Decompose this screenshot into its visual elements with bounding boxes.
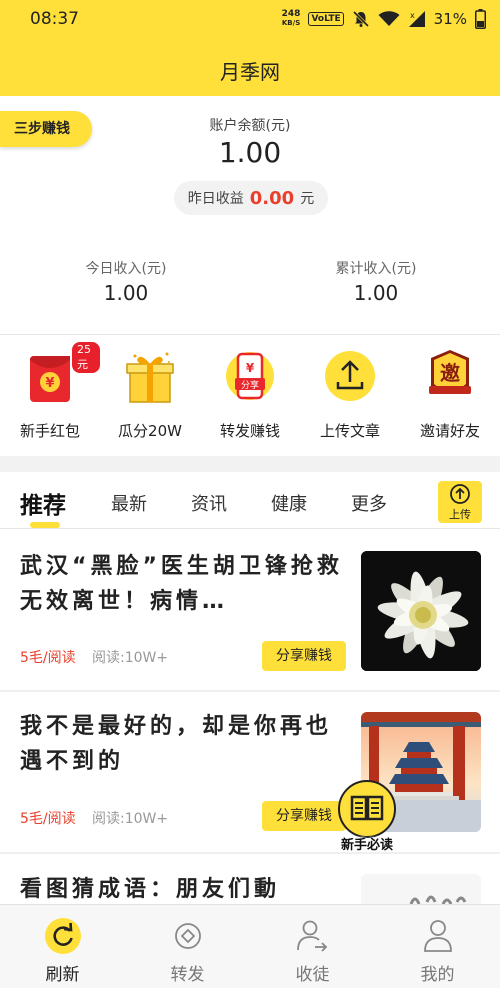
page-title: 月季网 xyxy=(220,60,280,84)
tab-news[interactable]: 资讯 xyxy=(191,490,227,516)
book-icon xyxy=(338,780,396,838)
article-title[interactable]: 我不是最好的，却是你再也遇不到的 xyxy=(20,709,350,779)
article-reads: 阅读:10W+ xyxy=(92,811,169,827)
share-earn-button[interactable]: 分享赚钱 xyxy=(262,641,346,671)
network-speed: 248 KB/S xyxy=(282,10,301,28)
split-20w[interactable]: 瓜分20W xyxy=(100,348,200,448)
nav-forward[interactable]: 转发 xyxy=(125,905,250,988)
upload-icon xyxy=(325,351,375,401)
yesterday-value: 0.00 xyxy=(249,187,295,209)
article-thumbnail[interactable] xyxy=(361,874,481,904)
divider xyxy=(0,528,500,529)
upload-arrow-icon xyxy=(450,484,470,504)
nav-recruit[interactable]: 收徒 xyxy=(250,905,375,988)
invite-icon: 邀 xyxy=(429,350,471,394)
wifi-icon xyxy=(378,11,400,26)
nav-profile[interactable]: 我的 xyxy=(375,905,500,988)
phone-share-icon: ¥ 分享 xyxy=(226,352,274,400)
function-label: 新手红包 xyxy=(19,422,80,440)
cellular-signal-icon: x xyxy=(408,11,425,27)
function-label: 瓜分20W xyxy=(118,422,182,440)
tab-latest[interactable]: 最新 xyxy=(111,490,147,516)
section-gap xyxy=(0,456,500,472)
battery-percent: 31% xyxy=(433,10,467,28)
article-title[interactable]: 看图猜成语：朋友们動 xyxy=(20,872,350,904)
calligraphy-image xyxy=(361,874,481,904)
article-price: 5毛/阅读 xyxy=(20,811,76,827)
net-speed-unit: KB/S xyxy=(281,19,301,27)
status-time: 08:37 xyxy=(30,9,79,29)
upload-article[interactable]: 上传文章 xyxy=(300,348,400,448)
tab-health[interactable]: 健康 xyxy=(271,490,307,516)
refresh-icon xyxy=(45,918,81,954)
bottom-nav: 刷新 转发 收徒 我的 xyxy=(0,904,500,988)
divider xyxy=(0,334,500,335)
app-header: 月季网 xyxy=(0,38,500,96)
article-title[interactable]: 武汉“黑脸”医生胡卫锋抢救无效离世！病情… xyxy=(20,549,350,619)
article-item[interactable]: 看图猜成语：朋友们動 xyxy=(0,854,500,904)
total-income-value: 1.00 xyxy=(353,281,399,305)
yesterday-label: 昨日收益 xyxy=(187,191,244,207)
nav-label: 转发 xyxy=(170,965,205,985)
category-tabs: 推荐 最新 资讯 健康 更多 上传 xyxy=(0,472,500,528)
red-envelope-icon: ¥ xyxy=(30,356,70,402)
article-reads: 阅读:10W+ xyxy=(92,650,169,666)
yesterday-unit: 元 xyxy=(300,191,315,207)
net-speed-value: 248 xyxy=(281,9,301,19)
red-envelope-badge: 25元 xyxy=(72,342,100,373)
status-icons: 248 KB/S VoLTE x 31% xyxy=(282,6,486,32)
article-thumbnail[interactable] xyxy=(361,551,481,671)
volte-icon: VoLTE xyxy=(308,12,344,26)
yesterday-earnings: 昨日收益 0.00 元 xyxy=(174,181,328,215)
tab-more[interactable]: 更多 xyxy=(351,490,387,516)
add-follower-icon xyxy=(297,920,328,952)
nav-label: 我的 xyxy=(420,965,455,985)
svg-text:¥: ¥ xyxy=(246,361,255,375)
status-bar: 08:37 248 KB/S VoLTE x 31% xyxy=(0,0,500,38)
article-item[interactable]: 武汉“黑脸”医生胡卫锋抢救无效离世！病情… 5毛/阅读 阅读:10W+ 分享赚钱 xyxy=(0,532,500,686)
newbie-guide-button[interactable]: 新手必读 xyxy=(336,780,398,856)
balance-value: 1.00 xyxy=(218,136,282,169)
balance-label: 账户余额(元) xyxy=(209,118,291,134)
upload-button[interactable]: 上传 xyxy=(438,481,482,523)
new-user-red-envelope[interactable]: ¥ 25元 新手红包 xyxy=(0,342,100,448)
phone-share-text: 分享 xyxy=(241,379,259,391)
article-price: 5毛/阅读 xyxy=(20,650,76,666)
newbie-guide-label: 新手必读 xyxy=(340,838,393,853)
gift-box-icon xyxy=(126,352,174,403)
invite-friends[interactable]: 邀 邀请好友 xyxy=(400,348,500,448)
nav-refresh[interactable]: 刷新 xyxy=(0,905,125,988)
mute-bell-icon xyxy=(352,10,369,28)
chrysanthemum-image xyxy=(361,551,481,671)
upload-button-label: 上传 xyxy=(449,508,471,521)
share-earn-button[interactable]: 分享赚钱 xyxy=(262,801,346,831)
share-diamond-icon xyxy=(175,923,201,949)
svg-text:x: x xyxy=(410,11,415,20)
nav-label: 刷新 xyxy=(45,965,80,985)
function-label: 转发赚钱 xyxy=(219,422,280,440)
function-label: 邀请好友 xyxy=(419,422,480,440)
tab-recommended[interactable]: 推荐 xyxy=(20,486,66,520)
article-item[interactable]: 我不是最好的，却是你再也遇不到的 5毛/阅读 阅读:10W+ 分享赚钱 xyxy=(0,692,500,850)
profile-icon xyxy=(424,920,452,952)
forward-earn[interactable]: ¥ 分享 转发赚钱 xyxy=(200,348,300,448)
svg-text:¥: ¥ xyxy=(45,376,54,391)
nav-label: 收徒 xyxy=(295,965,330,985)
today-income-value: 1.00 xyxy=(103,281,149,305)
svg-text:邀: 邀 xyxy=(440,361,460,385)
battery-icon xyxy=(475,9,486,29)
function-label: 上传文章 xyxy=(319,422,380,440)
today-income-label: 今日收入(元) xyxy=(85,261,167,277)
total-income-label: 累计收入(元) xyxy=(335,261,417,277)
